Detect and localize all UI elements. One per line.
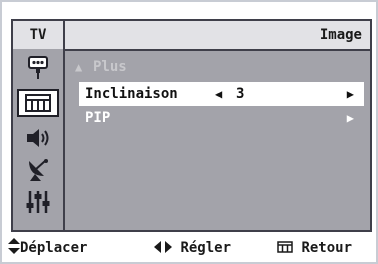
category-sidebar [13, 49, 65, 230]
menu-panel: TV Image ▲ Plus Inclinaison ◀ 3 ▶ PIP ▶ [11, 19, 372, 232]
left-right-arrows-icon [154, 234, 172, 262]
channel-antenna-icon[interactable] [19, 157, 57, 183]
menu-item-plus-label: Plus [93, 59, 127, 75]
picture-icon[interactable] [17, 89, 59, 117]
increase-arrow-icon[interactable]: ▶ [347, 82, 354, 106]
menu-content: ▲ Plus Inclinaison ◀ 3 ▶ PIP ▶ [65, 49, 370, 230]
input-source-icon[interactable] [19, 55, 57, 81]
inclinaison-value: 3 [236, 86, 245, 102]
menu-header: TV Image [13, 21, 370, 51]
page-title: Image [319, 27, 362, 43]
decrease-arrow-icon[interactable]: ◀ [215, 82, 222, 106]
up-arrow-icon: ▲ [75, 60, 83, 74]
menu-item-pip[interactable]: PIP ▶ [79, 106, 364, 130]
menu-item-pip-label: PIP [85, 110, 111, 126]
sound-icon[interactable] [19, 125, 57, 151]
help-bar: Déplacer Régler Retour [2, 234, 376, 262]
help-back: Retour [277, 234, 352, 262]
help-back-label: Retour [301, 240, 353, 256]
help-adjust: Régler [154, 234, 231, 262]
setup-sliders-icon[interactable] [19, 189, 57, 215]
tv-osd-window: TV Image ▲ Plus Inclinaison ◀ 3 ▶ PIP ▶ … [0, 0, 378, 264]
up-down-arrows-icon [8, 234, 20, 262]
menu-icon [277, 234, 293, 262]
help-move: Déplacer [8, 234, 87, 262]
help-adjust-label: Régler [180, 240, 232, 256]
menu-item-plus[interactable]: ▲ Plus [75, 55, 368, 79]
menu-item-inclinaison-label: Inclinaison [85, 86, 178, 102]
mode-label: TV [13, 21, 65, 49]
menu-item-inclinaison[interactable]: Inclinaison ◀ 3 ▶ [79, 82, 364, 106]
help-move-label: Déplacer [20, 240, 88, 256]
submenu-arrow-icon: ▶ [346, 111, 354, 125]
